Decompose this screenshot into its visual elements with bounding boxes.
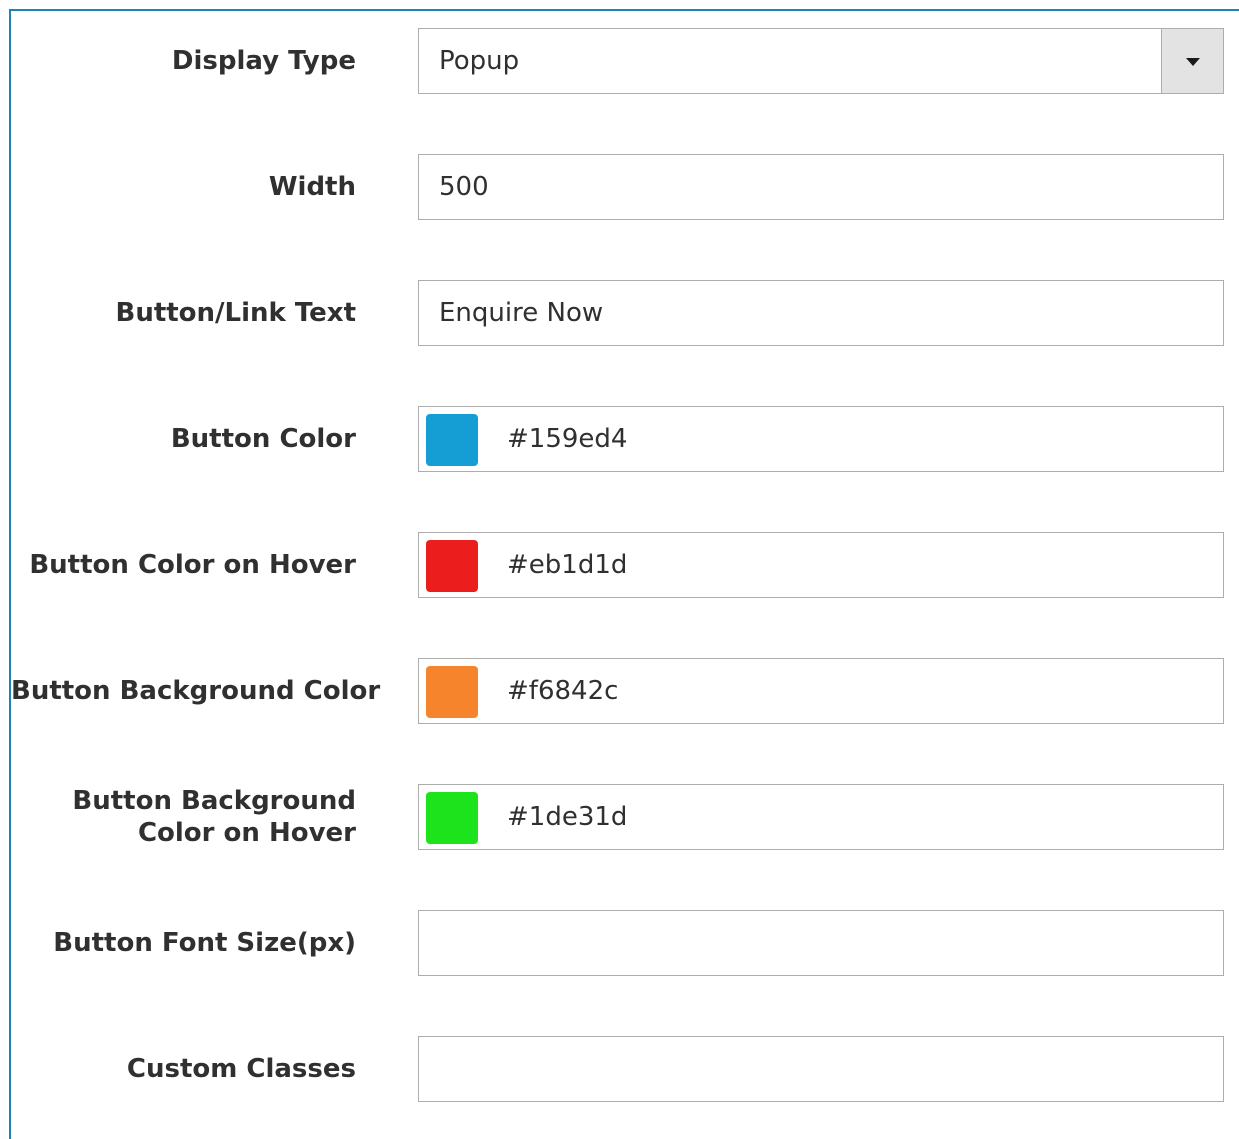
button-font-size-label: Button Font Size(px) [53, 928, 356, 958]
button-color-input[interactable] [419, 407, 1223, 471]
button-bg-color-hover-field[interactable] [418, 784, 1224, 850]
button-font-size-row: Button Font Size(px) [0, 910, 1239, 976]
button-link-text-field[interactable] [418, 280, 1224, 346]
width-row: Width [0, 154, 1239, 220]
custom-classes-row: Custom Classes [0, 1036, 1239, 1102]
width-input[interactable] [419, 155, 1223, 219]
button-link-text-label: Button/Link Text [115, 298, 357, 328]
chevron-down-icon [1185, 58, 1200, 66]
button-bg-color-hover-label: Button Background Color on Hover [72, 786, 356, 848]
button-color-hover-input[interactable] [419, 533, 1223, 597]
button-link-text-row: Button/Link Text [0, 280, 1239, 346]
button-link-text-input[interactable] [419, 281, 1223, 345]
display-type-label: Display Type [171, 46, 356, 76]
button-color-field[interactable] [418, 406, 1224, 472]
button-color-hover-label: Button Color on Hover [29, 550, 356, 580]
display-type-dropdown-button[interactable] [1161, 29, 1223, 93]
button-color-hover-row: Button Color on Hover [0, 532, 1239, 598]
custom-classes-field[interactable] [418, 1036, 1224, 1102]
button-font-size-field[interactable] [418, 910, 1224, 976]
width-field[interactable] [418, 154, 1224, 220]
width-label: Width [268, 172, 356, 202]
display-type-selected-value: Popup [439, 46, 520, 76]
display-type-row: Display Type Popup [0, 28, 1239, 94]
custom-classes-input[interactable] [419, 1037, 1223, 1101]
button-bg-color-input[interactable] [419, 659, 1223, 723]
button-bg-color-hover-input[interactable] [419, 785, 1223, 849]
display-type-select[interactable]: Popup [418, 28, 1224, 94]
button-bg-color-field[interactable] [418, 658, 1224, 724]
custom-classes-label: Custom Classes [126, 1054, 356, 1084]
button-bg-color-row: Button Background Color [0, 658, 1239, 724]
button-bg-color-label: Button Background Color [11, 676, 381, 706]
button-color-row: Button Color [0, 406, 1239, 472]
button-bg-color-hover-row: Button Background Color on Hover [0, 784, 1239, 850]
button-color-hover-field[interactable] [418, 532, 1224, 598]
button-color-label: Button Color [170, 424, 356, 454]
button-font-size-input[interactable] [419, 911, 1223, 975]
